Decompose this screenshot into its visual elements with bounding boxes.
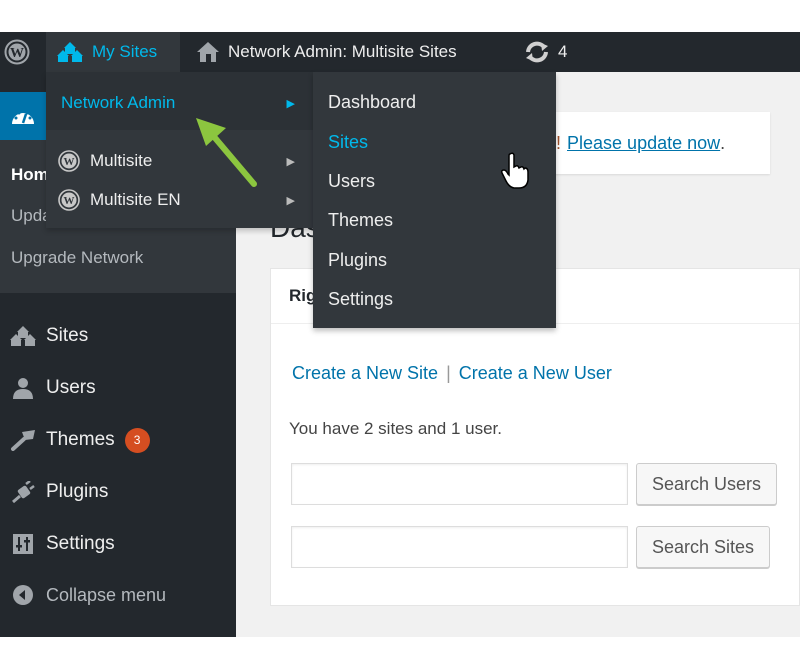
- menu-item-multisite[interactable]: W Multisite ▶: [46, 142, 313, 180]
- network-admin-submenu: Dashboard Sites Users Themes Plugins Set…: [313, 72, 556, 328]
- menu-item-label: Multisite: [90, 151, 153, 170]
- collapse-menu-button[interactable]: Collapse menu: [0, 575, 236, 615]
- create-new-site-link[interactable]: Create a New Site: [292, 363, 438, 383]
- admin-bar: W My Sites Network Admin: Multisite Site…: [0, 32, 800, 72]
- wordpress-logo-icon: W: [4, 39, 30, 65]
- my-sites-label: My Sites: [92, 42, 158, 61]
- search-sites-form: Search Sites: [291, 526, 771, 568]
- notice-text: !: [556, 132, 562, 153]
- menu-item-multisite-en[interactable]: W Multisite EN ▶: [46, 181, 313, 219]
- sidebar-item-plugins[interactable]: Plugins: [0, 472, 236, 512]
- please-update-link[interactable]: Please update now: [567, 133, 720, 154]
- sidebar-label: Users: [46, 377, 96, 398]
- submenu-item-settings[interactable]: Settings: [328, 289, 393, 310]
- submenu-arrow-icon: ▶: [286, 97, 295, 110]
- collapse-icon: [13, 585, 33, 605]
- sidebar-label: Settings: [46, 533, 115, 554]
- submenu-item-dashboard[interactable]: Dashboard: [328, 92, 416, 113]
- home-icon: [197, 42, 219, 62]
- menu-item-network-admin[interactable]: Network Admin ▶: [46, 84, 313, 122]
- network-title: Network Admin: Multisite Sites: [228, 42, 457, 61]
- updates-count: 4: [558, 42, 568, 61]
- updates-icon: [526, 41, 548, 63]
- users-icon: [13, 378, 33, 399]
- search-sites-input[interactable]: [291, 526, 628, 568]
- dashboard-icon: [12, 111, 34, 124]
- search-users-input[interactable]: [291, 463, 628, 505]
- updates-link[interactable]: 4: [520, 32, 567, 72]
- wordpress-site-icon: W: [58, 189, 80, 211]
- wordpress-site-icon: W: [58, 150, 80, 172]
- network-admin-home-link[interactable]: Network Admin: Multisite Sites: [190, 32, 457, 72]
- submenu-item-plugins[interactable]: Plugins: [328, 250, 387, 271]
- submenu-arrow-icon: ▶: [286, 155, 295, 168]
- wp-logo-menu[interactable]: W: [0, 32, 42, 72]
- dashboard-menu-item[interactable]: [0, 92, 46, 140]
- plugins-icon: [12, 481, 35, 503]
- sidebar-label: Sites: [46, 325, 89, 346]
- submenu-item-users[interactable]: Users: [328, 171, 375, 192]
- search-users-form: Search Users: [291, 463, 778, 505]
- my-sites-dropdown: Network Admin ▶ W Multisite ▶ W Multisit…: [46, 72, 313, 228]
- search-users-button[interactable]: Search Users: [636, 463, 778, 505]
- menu-item-label: Network Admin: [61, 93, 176, 112]
- green-annotation-arrow-icon: [196, 118, 257, 187]
- submenu-item-sites[interactable]: Sites: [328, 132, 368, 153]
- themes-icon: [11, 430, 35, 451]
- collapse-menu-label: Collapse menu: [46, 584, 167, 605]
- svg-text:W: W: [64, 195, 75, 207]
- sidebar-label: Plugins: [46, 481, 109, 502]
- link-separator: |: [446, 363, 451, 383]
- svg-text:W: W: [10, 46, 24, 61]
- svg-text:W: W: [64, 156, 75, 168]
- sidebar-item-settings[interactable]: Settings: [0, 524, 236, 564]
- network-summary: You have 2 sites and 1 user.: [289, 419, 502, 438]
- submenu-item-themes[interactable]: Themes: [328, 210, 393, 231]
- settings-icon: [13, 534, 33, 554]
- submenu-arrow-icon: ▶: [286, 194, 295, 207]
- sites-icon: [10, 326, 36, 346]
- my-sites-icon: [57, 42, 83, 62]
- sidebar-item-themes[interactable]: Themes 3: [0, 420, 236, 460]
- sidebar-item-upgrade-network[interactable]: Upgrade Network: [11, 248, 143, 268]
- themes-update-badge: 3: [124, 427, 150, 453]
- menu-item-label: Multisite EN: [90, 190, 181, 209]
- my-sites-menu[interactable]: My Sites: [46, 32, 180, 72]
- sidebar-item-users[interactable]: Users: [0, 368, 236, 408]
- search-sites-button[interactable]: Search Sites: [636, 526, 771, 568]
- sidebar-item-sites[interactable]: Sites: [0, 316, 236, 356]
- hand-pointer-cursor-icon: [501, 152, 529, 189]
- sidebar-label: Themes: [46, 429, 115, 450]
- create-new-user-link[interactable]: Create a New User: [459, 363, 612, 383]
- quick-links: Create a New Site | Create a New User: [292, 363, 612, 384]
- notice-period: .: [720, 132, 726, 153]
